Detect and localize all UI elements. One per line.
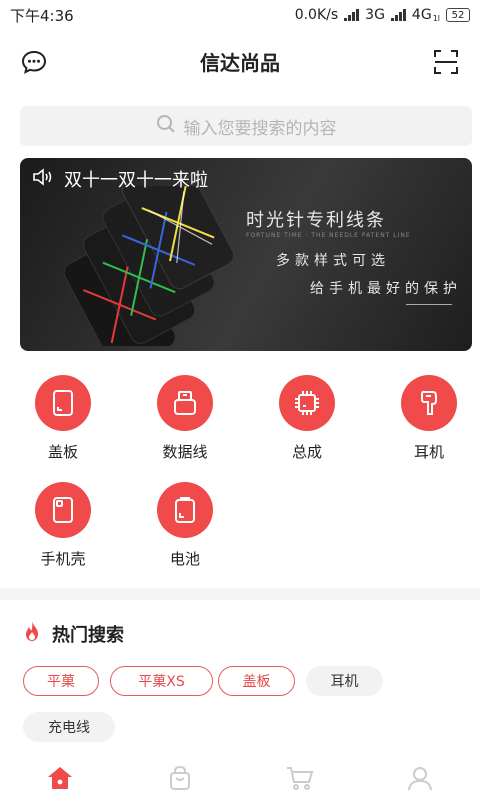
search-icon (156, 114, 176, 139)
phone-cases-image (63, 186, 235, 346)
battery-indicator: 52 (446, 8, 470, 22)
network-type-2-sub: 1l (432, 14, 440, 23)
tab-home[interactable] (0, 760, 120, 800)
home-icon (46, 765, 74, 795)
promo-banner[interactable]: 双十一双十一来啦 时光针专利线条 FORTUNE TIME · THE NEED… (20, 158, 472, 351)
announcement-notice: 双十一双十一来啦 (32, 166, 208, 192)
chip-assembly-icon (279, 375, 335, 431)
category-assembly[interactable]: 总成 (252, 375, 362, 462)
hot-search-title: 热门搜索 (52, 624, 124, 646)
hot-search-header: 热门搜索 (22, 620, 124, 647)
user-icon (407, 765, 433, 795)
network-type-1: 3G (365, 7, 385, 23)
status-time: 下午4:36 (10, 6, 74, 25)
earphone-icon (401, 375, 457, 431)
notice-text: 双十一双十一来啦 (64, 170, 208, 191)
data-cable-icon (157, 375, 213, 431)
category-battery[interactable]: 电池 (130, 482, 240, 569)
battery-icon (157, 482, 213, 538)
banner-tagline-styles: 多款样式可选 (276, 253, 390, 269)
hot-tag[interactable]: 盖板 (218, 666, 295, 696)
category-data-cable[interactable]: 数据线 (130, 375, 240, 462)
category-label: 耳机 (413, 443, 444, 461)
section-divider (0, 588, 480, 600)
status-indicators: 0.0K/s 3G 4G 1l 52 (295, 7, 470, 23)
search-placeholder: 输入您要搜索的内容 (183, 118, 337, 139)
network-speed: 0.0K/s (294, 7, 339, 23)
status-bar: 下午4:36 0.0K/s 3G 4G 1l 52 (0, 0, 480, 30)
category-label: 盖板 (47, 443, 78, 461)
category-label: 总成 (291, 443, 322, 461)
banner-subline: FORTUNE TIME · THE NEEDLE PATENT LINE (246, 232, 411, 239)
speaker-icon (32, 167, 54, 191)
category-label: 数据线 (162, 443, 208, 461)
banner-tagline-protection: 给手机最好的保护 (310, 281, 462, 297)
category-cover-plate[interactable]: 盖板 (8, 375, 118, 462)
category-label: 电池 (169, 550, 200, 568)
flame-icon (22, 620, 42, 647)
cart-icon (285, 765, 315, 795)
chat-bubble-icon[interactable] (20, 48, 48, 76)
scan-icon[interactable] (432, 48, 460, 76)
signal-2-icon (390, 9, 406, 21)
search-bar[interactable]: 输入您要搜索的内容 (20, 106, 472, 146)
category-earphone[interactable]: 耳机 (374, 375, 480, 462)
hot-tag[interactable]: 平菓 (23, 666, 99, 696)
bottom-tab-bar (0, 760, 480, 800)
banner-headline: 时光针专利线条 (246, 210, 386, 231)
shopping-bag-icon (167, 765, 193, 795)
tab-category[interactable] (120, 760, 240, 800)
category-phone-case[interactable]: 手机壳 (8, 482, 118, 569)
page-title: 信达尚品 (200, 50, 280, 75)
phone-case-icon (35, 482, 91, 538)
hot-tag[interactable]: 平菓XS (110, 666, 213, 696)
hot-tag[interactable]: 耳机 (306, 666, 383, 696)
network-type-2: 4G (411, 7, 432, 23)
cover-plate-icon (35, 375, 91, 431)
tab-profile[interactable] (360, 760, 480, 800)
hot-tag[interactable]: 充电线 (23, 712, 115, 742)
signal-1-icon (344, 9, 360, 21)
category-label: 手机壳 (40, 550, 86, 568)
banner-divider (406, 304, 452, 305)
tab-cart[interactable] (240, 760, 360, 800)
app-header: 信达尚品 (0, 30, 480, 92)
